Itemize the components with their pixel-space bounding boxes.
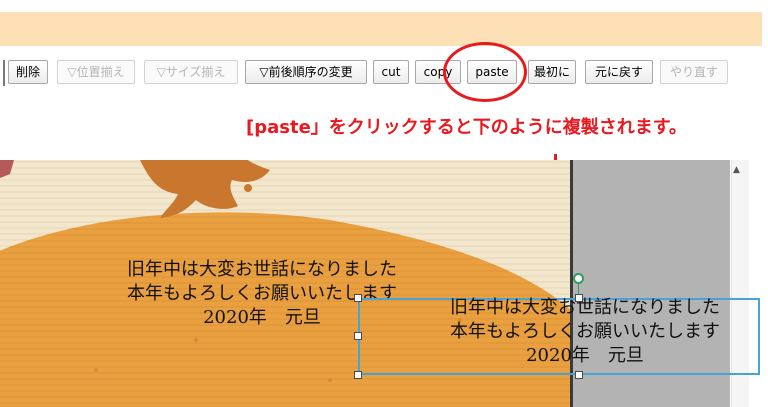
resize-handle-left[interactable]	[354, 332, 362, 340]
first-button[interactable]: 最初に	[528, 60, 576, 84]
delete-button[interactable]: 削除	[8, 60, 48, 84]
change-order-button[interactable]: ▽前後順序の変更	[245, 60, 367, 84]
align-position-button[interactable]: ▽位置揃え	[57, 60, 135, 84]
editor-toolbar: 削除 ▽位置揃え ▽サイズ揃え ▽前後順序の変更 cut copy paste …	[0, 60, 768, 86]
resize-handle-top[interactable]	[575, 294, 583, 302]
resize-handle-bottom-left[interactable]	[354, 371, 362, 379]
toolbar-separator	[3, 60, 5, 86]
scroll-up-icon[interactable]: ▲	[733, 165, 740, 175]
paste-highlight-circle	[443, 42, 527, 102]
rotate-handle[interactable]	[573, 273, 584, 284]
cut-button[interactable]: cut	[373, 60, 409, 84]
greeting-line: 旧年中は大変お世話になりました	[127, 259, 397, 280]
pasted-greeting-text[interactable]: 旧年中は大変お世話になりました 本年もよろしくお願いいたします 2020年 元旦	[420, 296, 750, 368]
greeting-line: 2020年 元旦	[526, 345, 644, 366]
resize-handle-bottom[interactable]	[575, 371, 583, 379]
rotation-stem	[578, 284, 579, 294]
resize-handle-top-left[interactable]	[354, 294, 362, 302]
redo-button[interactable]: やり直す	[660, 60, 728, 84]
greeting-line: 旧年中は大変お世話になりました	[450, 297, 720, 318]
instruction-annotation: [paste」をクリックすると下のように複製されます。	[246, 117, 687, 138]
align-size-button[interactable]: ▽サイズ揃え	[144, 60, 238, 84]
undo-button[interactable]: 元に戻す	[585, 60, 653, 84]
top-header-bar	[0, 12, 762, 46]
greeting-line: 本年もよろしくお願いいたします	[450, 321, 720, 342]
